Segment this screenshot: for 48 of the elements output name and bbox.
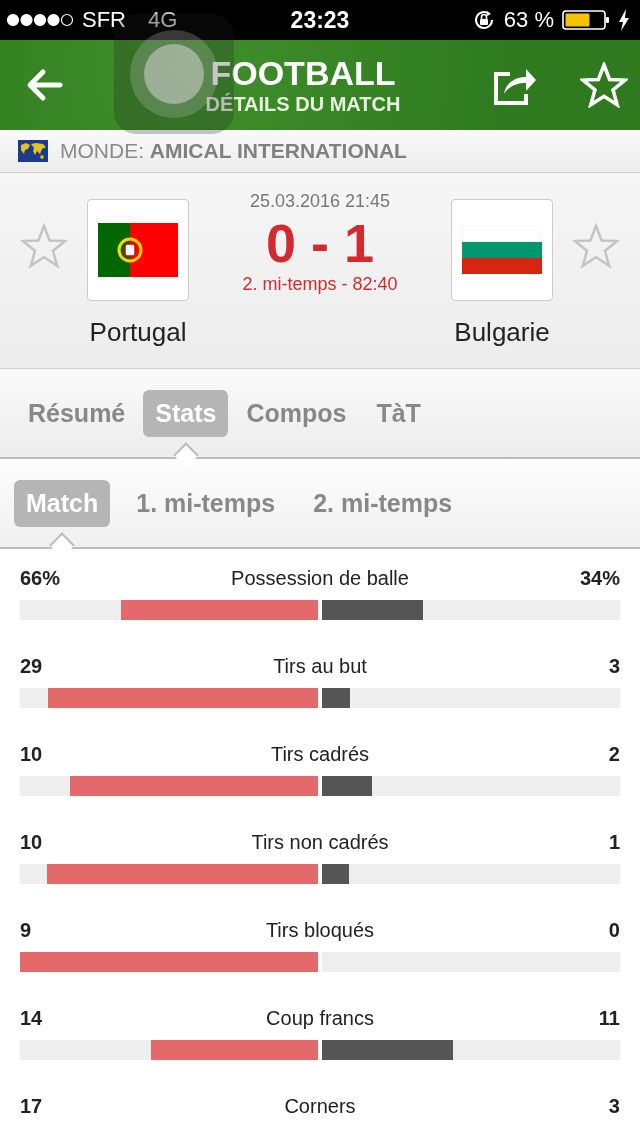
stat-label: Tirs au but	[273, 655, 367, 678]
home-value: 9	[20, 919, 33, 942]
world-map-icon	[18, 140, 48, 162]
away-value: 0	[607, 919, 620, 942]
match-score: 0 - 1	[265, 212, 375, 274]
period-tab[interactable]: Match	[14, 479, 111, 527]
away-value: 3	[607, 655, 620, 678]
away-value: 34%	[579, 567, 620, 590]
team-name: Portugal	[89, 317, 187, 348]
tab[interactable]: Stats	[143, 389, 229, 437]
stat-label: Possession de balle	[231, 567, 409, 590]
stat-label: Corners	[284, 1095, 356, 1118]
away-value: 2	[607, 743, 620, 766]
tab[interactable]: Résumé	[16, 389, 138, 437]
home-value: 29	[20, 655, 44, 678]
home-value: 17	[20, 1095, 44, 1118]
period-tab[interactable]: 2. mi-temps	[301, 479, 465, 527]
signal-icon	[6, 13, 74, 27]
team-name: Bulgarie	[454, 317, 550, 348]
star-icon[interactable]	[20, 223, 68, 269]
period-tab[interactable]: 1. mi-temps	[124, 479, 288, 527]
away-value: 1	[607, 831, 620, 854]
network-label: 4G	[148, 7, 178, 33]
home-value: 66%	[20, 567, 61, 590]
away-value: 11	[597, 1007, 620, 1030]
home-value: 14	[20, 1007, 44, 1030]
battery-icon	[562, 10, 610, 30]
star-icon	[580, 62, 628, 108]
favorite-button[interactable]	[580, 62, 628, 108]
tab[interactable]: TàT	[364, 389, 433, 437]
match-period: 2. mi-temps - 82:40	[242, 274, 398, 295]
page-subtitle: DÉTAILS DU MATCH	[205, 93, 401, 116]
clock-time: 23:23	[290, 6, 350, 34]
home-value: 10	[20, 831, 44, 854]
stat-label: Tirs bloqués	[265, 919, 375, 942]
stat-label: Coup francs	[266, 1007, 374, 1030]
page-title: FOOTBALL	[210, 54, 396, 93]
away-value: 3	[607, 1095, 620, 1118]
battery-percent: 63 %	[503, 7, 554, 33]
tab[interactable]: Compos	[234, 389, 359, 437]
match-datetime: 25.03.2016 21:45	[249, 191, 391, 212]
home-value: 10	[20, 743, 44, 766]
stat-label: Tirs non cadrés	[251, 831, 389, 854]
charging-icon	[618, 9, 630, 31]
league-name: MONDE: AMICAL INTERNATIONAL	[60, 139, 407, 163]
carrier-label: SFR	[82, 7, 126, 33]
stat-label: Tirs cadrés	[270, 743, 370, 766]
star-icon[interactable]	[572, 223, 620, 269]
